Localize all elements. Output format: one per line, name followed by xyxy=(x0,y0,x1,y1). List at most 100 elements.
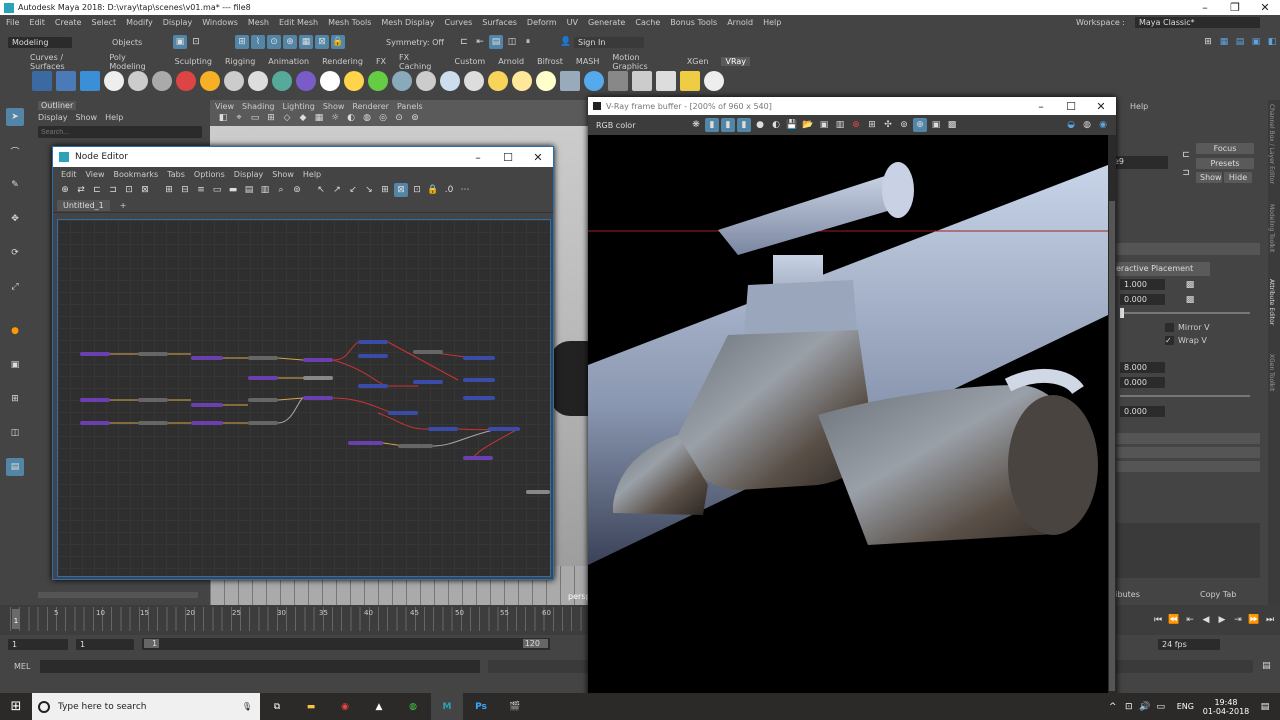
aa-icon[interactable]: ◎ xyxy=(376,111,390,125)
current-frame-marker[interactable]: 1 xyxy=(12,609,20,629)
vfb-maximize-button[interactable]: ☐ xyxy=(1056,100,1086,113)
node-editor-maximize-button[interactable]: ☐ xyxy=(493,151,523,164)
outliner-menu-display[interactable]: Display xyxy=(38,113,68,122)
mel-label[interactable]: MEL xyxy=(14,662,30,671)
vfb-close-button[interactable]: ✕ xyxy=(1086,100,1116,113)
maya-taskbar-icon[interactable]: M xyxy=(431,693,463,720)
shelf-tab-fx[interactable]: FX xyxy=(376,57,386,66)
tray-chevron-icon[interactable]: ^ xyxy=(1106,700,1120,714)
snap-view-icon[interactable]: ⊕ xyxy=(283,35,297,49)
ne-frame-sel-icon[interactable]: ⊟ xyxy=(178,183,192,197)
ae-load-icon[interactable]: ⊏ xyxy=(1179,148,1193,162)
menu-windows[interactable]: Windows xyxy=(202,18,238,27)
ne-lock-icon[interactable]: 🔒 xyxy=(426,183,440,197)
ne-full-icon[interactable]: ▤ xyxy=(242,183,256,197)
vfb-history-icon[interactable]: ▥ xyxy=(833,118,847,132)
render-view-icon[interactable]: ▤ xyxy=(489,35,503,49)
ne-dim-icon[interactable]: ↙ xyxy=(346,183,360,197)
side-tab-modeling-toolkit[interactable]: Modeling Toolkit xyxy=(1268,204,1275,279)
step-forward-key-icon[interactable]: ⏩ xyxy=(1247,613,1261,627)
ne-connected-icon[interactable]: ▬ xyxy=(226,183,240,197)
notifications-icon[interactable]: ▤ xyxy=(1258,700,1272,714)
ae-wrap-v-checkbox[interactable]: ✓ xyxy=(1165,336,1174,345)
ae-field-2[interactable]: 0.000 xyxy=(1120,294,1165,305)
outliner-search-input[interactable] xyxy=(38,126,202,138)
viewport-menu-view[interactable]: View xyxy=(215,102,234,111)
node-graph-canvas[interactable] xyxy=(57,219,551,577)
move-tool-icon[interactable]: ✥ xyxy=(6,210,24,228)
soft-select-icon[interactable]: ● xyxy=(6,322,24,340)
menu-arnold[interactable]: Arnold xyxy=(727,18,753,27)
ae-slider[interactable] xyxy=(1120,312,1250,314)
graph-node[interactable] xyxy=(413,350,443,354)
vfb-ipr-icon[interactable]: ◍ xyxy=(1080,118,1094,132)
vfb-green-channel-icon[interactable]: ▮ xyxy=(721,118,735,132)
graph-node[interactable] xyxy=(80,421,110,425)
graph-node[interactable] xyxy=(428,427,458,431)
battery-icon[interactable]: ▭ xyxy=(1154,700,1168,714)
file-explorer-icon[interactable]: ▬ xyxy=(295,693,327,720)
graph-node[interactable] xyxy=(191,421,223,425)
graph-node[interactable] xyxy=(463,378,495,382)
ae-hide-button[interactable]: Hide xyxy=(1224,172,1252,183)
vfb-alpha-icon[interactable]: ● xyxy=(753,118,767,132)
lights-icon[interactable]: ☼ xyxy=(328,111,342,125)
script-editor-icon[interactable]: ▤ xyxy=(1259,659,1273,673)
graph-node[interactable] xyxy=(248,376,278,380)
menuset-select[interactable]: Modeling xyxy=(8,36,72,48)
vfb-stop-icon[interactable]: ⊗ xyxy=(849,118,863,132)
taskbar-search-box[interactable]: Type here to search 🎙 xyxy=(32,693,260,720)
graph-node[interactable] xyxy=(388,411,418,415)
graph-node[interactable] xyxy=(138,352,168,356)
shelf-tab-vray[interactable]: VRay xyxy=(721,57,750,66)
menu-surfaces[interactable]: Surfaces xyxy=(482,18,517,27)
microphone-icon[interactable]: 🎙 xyxy=(242,702,252,711)
step-back-icon[interactable]: ⇤ xyxy=(1183,613,1197,627)
vray-blend-mtl-icon[interactable] xyxy=(176,71,196,91)
vfb-clear-icon[interactable]: ▣ xyxy=(817,118,831,132)
photoshop-icon[interactable]: Ps xyxy=(465,693,497,720)
vfb-render-last-icon[interactable]: ◒ xyxy=(1064,118,1078,132)
node-editor-minimize-button[interactable]: – xyxy=(463,151,493,164)
vfb-red-channel-icon[interactable]: ▮ xyxy=(705,118,719,132)
ne-menu-show[interactable]: Show xyxy=(272,170,294,179)
vray-light-icon[interactable] xyxy=(152,71,172,91)
ae-node-name-field[interactable]: e9 xyxy=(1110,156,1168,169)
rotate-tool-icon[interactable]: ⟳ xyxy=(6,244,24,262)
range-slider[interactable]: 1 120 xyxy=(142,638,550,650)
go-to-end-icon[interactable]: ⏭ xyxy=(1263,613,1277,627)
vray-displacement-icon[interactable] xyxy=(392,71,412,91)
menu-file[interactable]: File xyxy=(6,18,19,27)
viewport-menu-panels[interactable]: Panels xyxy=(397,102,423,111)
ne-sync-icon[interactable]: ⊡ xyxy=(410,183,424,197)
vray-clipper-icon[interactable] xyxy=(416,71,436,91)
ne-pin2-icon[interactable]: ↗ xyxy=(330,183,344,197)
vfb-scroll-thumb[interactable] xyxy=(1109,201,1115,691)
ne-tab-untitled[interactable]: Untitled_1 xyxy=(57,200,110,211)
graph-node[interactable] xyxy=(358,384,388,388)
node-editor-close-button[interactable]: ✕ xyxy=(523,151,553,164)
snap-surface-icon[interactable]: ▦ xyxy=(299,35,313,49)
lock-icon[interactable]: 🔒 xyxy=(331,35,345,49)
graph-node[interactable] xyxy=(463,356,495,360)
step-forward-icon[interactable]: ⇥ xyxy=(1231,613,1245,627)
smooth-shade-icon[interactable]: ◆ xyxy=(296,111,310,125)
vray-fur-hair-icon[interactable] xyxy=(368,71,388,91)
input-ops-icon[interactable]: ⇤ xyxy=(473,35,487,49)
vray-spot-light-icon[interactable] xyxy=(488,71,508,91)
vray-proxy-icon[interactable] xyxy=(224,71,244,91)
vray-plane-icon[interactable] xyxy=(464,71,484,91)
vfb-render-icon[interactable]: ⊕ xyxy=(913,118,927,132)
tool-settings-toggle-icon[interactable]: ◧ xyxy=(1265,35,1279,49)
vray-image-icon[interactable] xyxy=(560,71,580,91)
ne-clear-icon[interactable]: ⊠ xyxy=(138,183,152,197)
vray-rect-light-icon[interactable] xyxy=(272,71,292,91)
ae-field-5[interactable]: 0.000 xyxy=(1120,406,1165,417)
photos-icon[interactable]: ▲ xyxy=(363,693,395,720)
graph-node[interactable] xyxy=(358,354,388,358)
shelf-tab-fx-caching[interactable]: FX Caching xyxy=(399,53,441,71)
shelf-tab-poly[interactable]: Poly Modeling xyxy=(109,53,161,71)
render-current-icon[interactable]: ◫ xyxy=(505,35,519,49)
chrome-icon[interactable]: ◉ xyxy=(329,693,361,720)
graph-node[interactable] xyxy=(80,398,110,402)
